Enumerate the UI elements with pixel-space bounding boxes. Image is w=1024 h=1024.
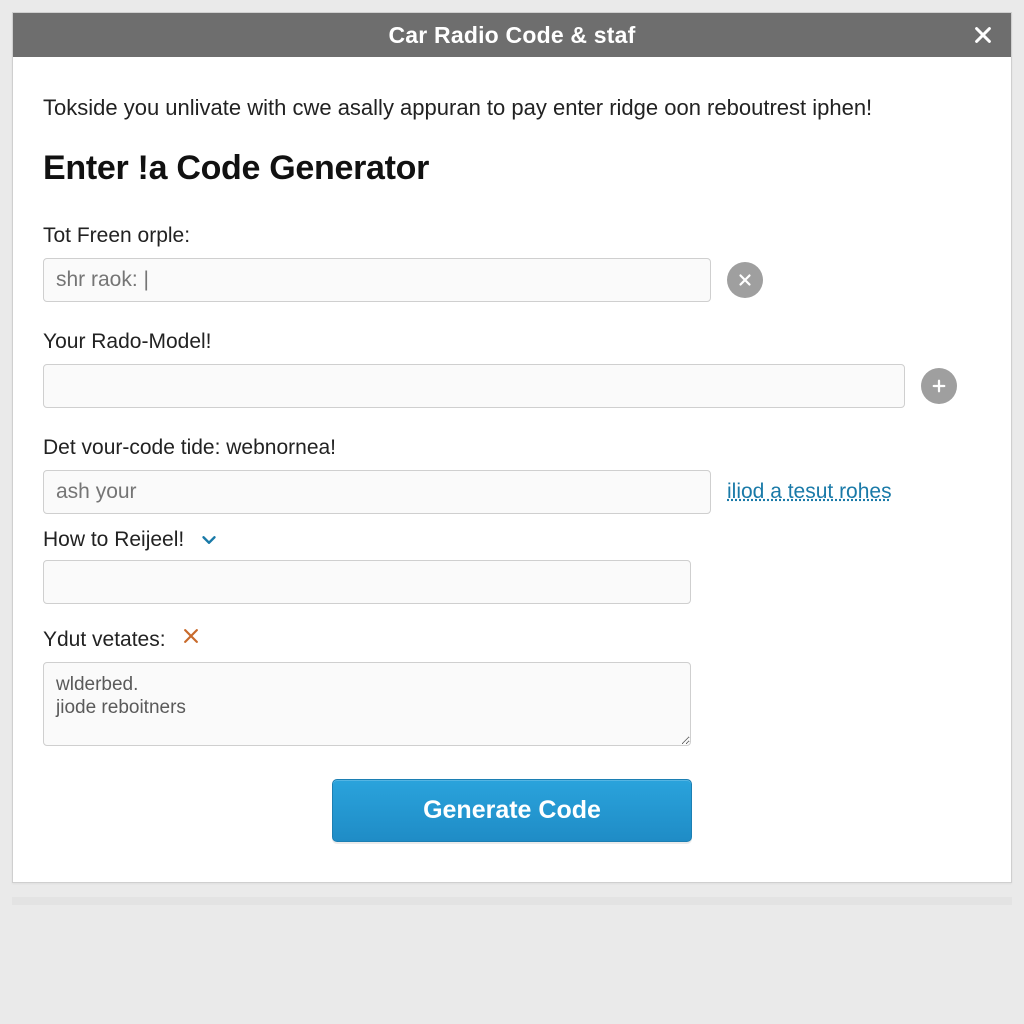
textarea-vetates[interactable] — [43, 662, 691, 746]
dialog: Car Radio Code & staf Tokside you unliva… — [12, 12, 1012, 883]
row-rado-model — [43, 364, 981, 408]
intro-text: Tokside you unlivate with cwe asally app… — [43, 93, 981, 123]
how-to-label: How to Reijeel! — [43, 528, 184, 552]
submit-row: Generate Code — [43, 779, 981, 842]
close-icon — [972, 24, 994, 46]
chevron-down-icon — [198, 529, 220, 551]
field-code-tide: Det vour-code tide: webnornea! iliod a t… — [43, 436, 981, 604]
field-vetates: Ydut vetates: — [43, 626, 981, 751]
x-icon — [736, 271, 754, 289]
dialog-title: Car Radio Code & staf — [388, 22, 635, 49]
dialog-content: Tokside you unlivate with cwe asally app… — [13, 57, 1011, 882]
clear-button[interactable] — [727, 262, 763, 298]
titlebar: Car Radio Code & staf — [13, 13, 1011, 57]
inline-x-button[interactable] — [181, 626, 201, 646]
label-tot-freen: Tot Freen orple: — [43, 224, 981, 248]
add-button[interactable] — [921, 368, 957, 404]
input-how-to[interactable] — [43, 560, 691, 604]
plus-icon — [930, 377, 948, 395]
fields-container: Tot Freen orple: Your Rado-Model! — [43, 224, 981, 751]
row-code-tide: iliod a tesut rohes — [43, 470, 981, 514]
label-code-tide: Det vour-code tide: webnornea! — [43, 436, 981, 460]
generate-code-button[interactable]: Generate Code — [332, 779, 692, 842]
label-vetates-text: Ydut vetates: — [43, 628, 166, 651]
field-tot-freen: Tot Freen orple: — [43, 224, 981, 302]
label-rado-model: Your Rado-Model! — [43, 330, 981, 354]
side-link[interactable]: iliod a tesut rohes — [727, 480, 892, 504]
x-orange-icon — [181, 626, 201, 646]
how-to-row[interactable]: How to Reijeel! — [43, 528, 981, 552]
input-rado-model[interactable] — [43, 364, 905, 408]
label-vetates: Ydut vetates: — [43, 626, 981, 652]
row-tot-freen — [43, 258, 981, 302]
close-button[interactable] — [969, 21, 997, 49]
field-rado-model: Your Rado-Model! — [43, 330, 981, 408]
section-title: Enter !a Code Generator — [43, 149, 981, 188]
footer-divider — [12, 897, 1012, 905]
input-tot-freen[interactable] — [43, 258, 711, 302]
input-code-tide[interactable] — [43, 470, 711, 514]
